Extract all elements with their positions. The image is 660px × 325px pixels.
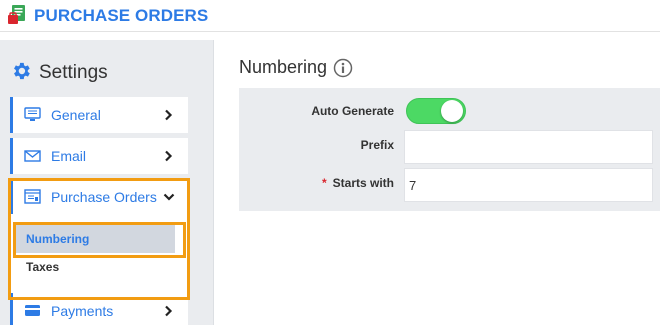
- info-icon[interactable]: [333, 58, 353, 78]
- auto-generate-label: Auto Generate: [311, 104, 394, 118]
- sidebar-subitem-numbering[interactable]: Numbering: [13, 225, 175, 253]
- settings-title: Settings: [39, 62, 108, 83]
- gear-icon: [14, 62, 30, 80]
- sidebar-item-label: General: [51, 107, 101, 123]
- sidebar-item-purchase-orders[interactable]: Purchase Orders: [10, 179, 188, 215]
- sidebar-item-payments[interactable]: Payments: [10, 293, 188, 325]
- monitor-icon: [24, 107, 41, 121]
- envelope-icon: [24, 150, 41, 162]
- chevron-right-icon: [165, 109, 173, 121]
- document-icon: [24, 189, 41, 204]
- sidebar-item-label: Purchase Orders: [51, 189, 157, 205]
- chevron-right-icon: [165, 150, 173, 162]
- sidebar-item-label: Payments: [51, 303, 114, 319]
- starts-with-input[interactable]: 7: [404, 168, 653, 202]
- app-header: PURCHASE ORDERS: [0, 0, 660, 32]
- prefix-input[interactable]: [404, 130, 653, 164]
- auto-generate-toggle[interactable]: [406, 98, 466, 124]
- required-marker: *: [321, 176, 327, 190]
- page-title: Numbering: [239, 57, 328, 77]
- starts-with-label: Starts with: [332, 176, 394, 190]
- sidebar-subitem-taxes[interactable]: Taxes: [13, 253, 175, 281]
- app-title: PURCHASE ORDERS: [34, 6, 209, 25]
- sidebar-item-email[interactable]: Email: [10, 138, 188, 174]
- sidebar-item-general[interactable]: General: [10, 97, 188, 133]
- sidebar-item-label: Email: [51, 148, 87, 164]
- credit-card-icon: [25, 305, 40, 316]
- prefix-label: Prefix: [360, 138, 394, 152]
- chevron-down-icon: [163, 193, 175, 201]
- toggle-knob: [441, 100, 463, 122]
- purchase-orders-logo-icon: [8, 5, 25, 24]
- chevron-right-icon: [165, 305, 173, 317]
